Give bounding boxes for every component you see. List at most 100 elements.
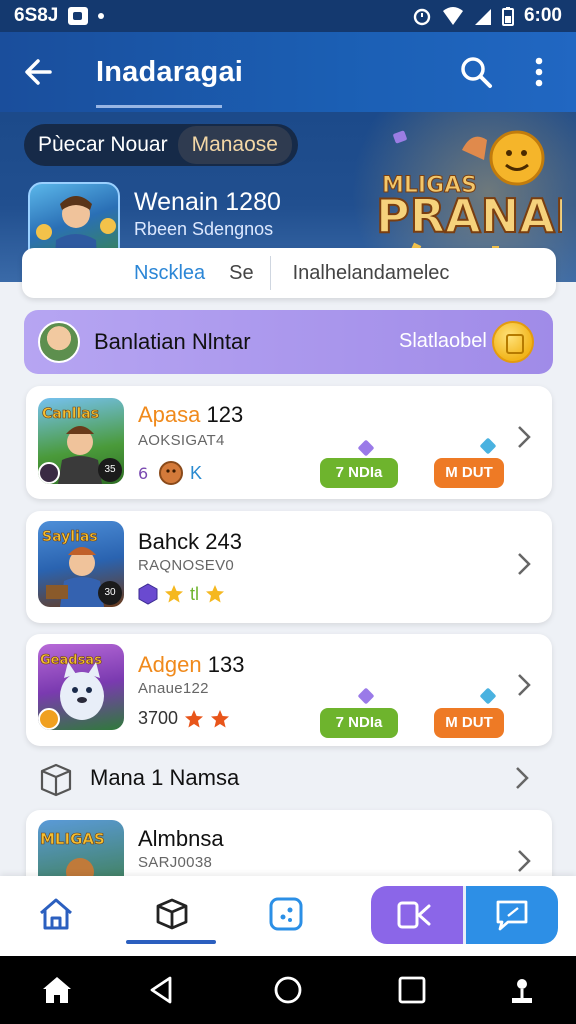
message-button[interactable]	[463, 886, 558, 944]
svg-text:Saylias: Saylias	[42, 529, 98, 545]
back-arrow-icon[interactable]	[20, 52, 60, 92]
game-icon: Geadsas	[38, 644, 124, 730]
game-title: Adgen 133	[138, 652, 245, 677]
star-icon	[165, 585, 183, 603]
meta-label: tl	[190, 583, 199, 604]
star-icon	[206, 585, 224, 603]
app-header: Inadaragai	[0, 32, 576, 112]
svg-text:Canllas: Canllas	[42, 406, 99, 422]
chevron-right-icon[interactable]	[514, 549, 534, 579]
search-icon[interactable]	[456, 52, 496, 92]
game-meta: 6 K	[138, 460, 202, 486]
sort-bar: Nscklea Se Inalhelandamelec	[22, 248, 556, 298]
gem-icon	[357, 687, 375, 705]
message-icon	[496, 900, 528, 931]
games-icon[interactable]	[266, 894, 306, 934]
game-icon: Saylias 30	[38, 521, 124, 607]
battery-icon	[501, 7, 514, 26]
game-title: Apasa 123	[138, 402, 244, 427]
gem-icon	[479, 437, 497, 455]
game-subtitle: AOKSIGAT4	[138, 432, 225, 449]
chevron-right-icon[interactable]	[514, 846, 534, 876]
signal-icon	[474, 9, 491, 25]
game-logo: MLIGAS PRANAL	[375, 130, 562, 254]
star-icon	[211, 709, 230, 727]
action-buttons	[371, 886, 558, 944]
install-button[interactable]: 7 NDIa	[320, 708, 398, 738]
game-title: Almbnsa	[138, 826, 224, 851]
game-meta: tl	[138, 583, 225, 605]
status-time-left: 6S8J	[14, 5, 59, 26]
system-back-icon[interactable]	[146, 974, 178, 1006]
more-vert-icon[interactable]	[524, 52, 554, 92]
meta-count: 3700	[138, 708, 179, 728]
sort-option-3[interactable]: Inalhelandamelec	[293, 262, 450, 285]
meta-k: K	[190, 462, 203, 483]
game-card[interactable]: Saylias 30 Bahck 243 RAQNOSEV0 tl	[26, 511, 552, 623]
avatar	[38, 321, 80, 363]
game-card[interactable]: Canllas 35 Apasa 123 AOKSIGAT4 6 K 7 NDI…	[26, 386, 552, 499]
featured-game-title: Wenain 1280	[134, 188, 281, 216]
section-row-label: Mana 1 Namsa	[90, 765, 240, 790]
wifi-icon	[442, 7, 463, 25]
banner-tabs: Pùecar Nouar Manaose	[24, 124, 298, 166]
level-icon: 6	[138, 464, 148, 482]
game-card[interactable]: Geadsas Adgen 133 Anaue122 3700 7 NDIa M…	[26, 634, 552, 746]
character-icon	[159, 461, 183, 485]
gem-icon	[479, 687, 497, 705]
install-button[interactable]: 7 NDIa	[320, 458, 398, 488]
dot-icon	[98, 13, 105, 19]
bottom-navigation	[0, 876, 576, 956]
status-time-right: 6:00	[523, 5, 562, 26]
game-title: Bahck 243	[138, 529, 242, 554]
section-row[interactable]: Mana 1 Namsa	[24, 753, 552, 805]
featured-game-subtitle: Rbeen Sdengnos	[134, 219, 274, 239]
game-badge-left	[38, 708, 60, 730]
banner-tab-1[interactable]: Pùecar Nouar	[38, 133, 168, 157]
notification-icon	[68, 7, 89, 25]
system-recents-icon[interactable]	[396, 974, 428, 1006]
system-overview-circle-icon[interactable]	[272, 974, 304, 1006]
active-tab-indicator	[126, 940, 216, 944]
system-accessibility-icon[interactable]	[506, 974, 538, 1006]
chevron-right-icon[interactable]	[512, 763, 532, 793]
promo-banner[interactable]: Banlatian Nlntar Slatlaobel	[24, 310, 553, 374]
system-home-icon[interactable]	[41, 974, 73, 1006]
coin-icon	[492, 321, 534, 363]
box-icon	[40, 763, 72, 797]
svg-text:Geadsas: Geadsas	[40, 653, 102, 668]
game-icon: Canllas 35	[38, 398, 124, 484]
banner-tab-2[interactable]: Manaose	[177, 126, 292, 164]
game-subtitle: SARJ0038	[138, 854, 213, 871]
game-badge-right: 35	[98, 458, 122, 482]
status-bar: 6S8J 6:00	[0, 0, 576, 32]
system-navigation-bar	[0, 956, 576, 1024]
svg-text:6: 6	[138, 464, 148, 482]
game-subtitle: RAQNOSEV0	[138, 557, 235, 574]
video-icon	[397, 901, 431, 929]
cube-icon	[138, 583, 158, 605]
promo-right-text: Slatlaobel	[399, 330, 487, 352]
title-underline	[96, 105, 222, 108]
game-meta: 3700	[138, 708, 230, 729]
game-subtitle: Anaue122	[138, 680, 209, 697]
sort-option-2[interactable]: Se	[229, 262, 253, 285]
library-box-icon[interactable]	[152, 894, 192, 934]
game-badge-right: 30	[98, 581, 122, 605]
svg-text:MLIGAS: MLIGAS	[40, 830, 105, 848]
svg-text:PRANAL: PRANAL	[376, 189, 562, 243]
sort-divider	[269, 256, 271, 290]
sort-option-1[interactable]: Nscklea	[134, 262, 205, 285]
home-icon[interactable]	[36, 894, 76, 934]
chevron-right-icon[interactable]	[514, 670, 534, 700]
get-button[interactable]: M DUT	[434, 708, 504, 738]
star-icon	[185, 709, 204, 727]
alarm-icon	[413, 8, 431, 26]
gem-icon	[357, 439, 375, 457]
game-badge-left	[38, 462, 60, 484]
chevron-right-icon[interactable]	[514, 422, 534, 452]
page-title: Inadaragai	[96, 56, 244, 88]
promo-label: Banlatian Nlntar	[94, 329, 251, 354]
video-button[interactable]	[371, 886, 463, 944]
get-button[interactable]: M DUT	[434, 458, 504, 488]
